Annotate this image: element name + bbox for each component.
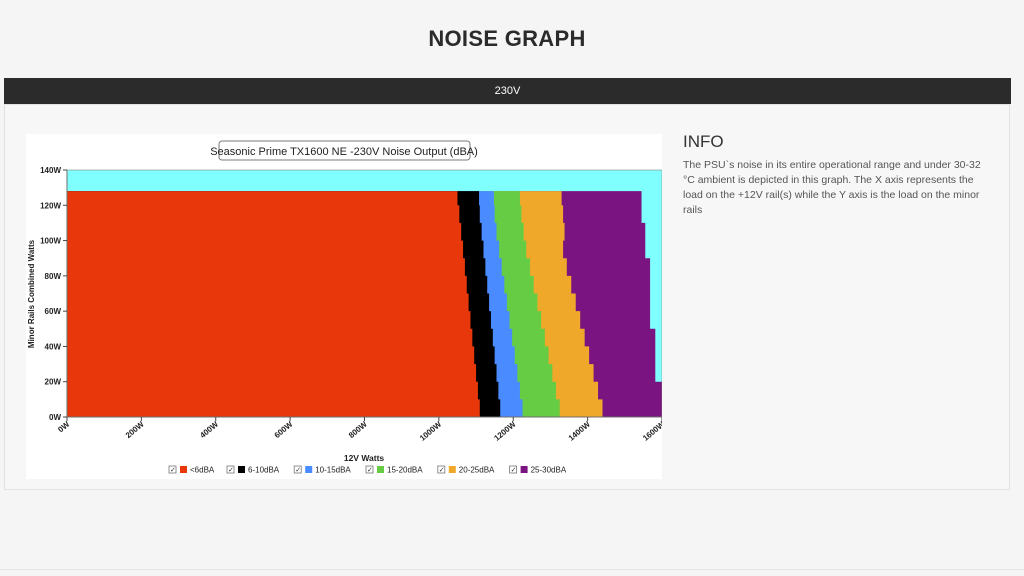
legend-item[interactable]: ✓ 15-20dBA (365, 466, 423, 475)
x-tick-label: 1600W (641, 419, 662, 442)
x-tick-label: 600W (273, 419, 295, 440)
check-icon: ✓ (170, 467, 176, 474)
x-axis-label: 12V Watts (344, 453, 385, 463)
legend-label: 20-25dBA (459, 466, 495, 475)
x-tick-label: 800W (347, 419, 369, 440)
y-tick-label: 40W (45, 342, 62, 351)
legend-item[interactable]: ✓ 10-15dBA (293, 466, 351, 475)
plot-area (67, 170, 662, 417)
y-tick-label: 60W (45, 307, 62, 316)
x-tick-label: 200W (124, 419, 146, 440)
legend-label: 10-15dBA (315, 466, 351, 475)
info-text: The PSU`s noise in its entire operationa… (683, 159, 981, 216)
check-icon: ✓ (511, 467, 517, 474)
y-tick-label: 80W (45, 272, 62, 281)
chart-title: Seasonic Prime TX1600 NE -230V Noise Out… (210, 146, 478, 158)
legend-label: 15-20dBA (387, 466, 423, 475)
y-tick-label: 0W (49, 413, 61, 422)
legend-item[interactable]: ✓ 20-25dBA (437, 466, 495, 475)
legend-swatch (520, 466, 528, 473)
check-icon: ✓ (367, 467, 373, 474)
y-tick-label: 100W (40, 237, 61, 246)
legend: ✓ <6dBA ✓ 6-10dBA ✓ 10-15dBA ✓ 15-20dBA ✓ 20-25dB… (168, 466, 567, 475)
footer-divider (0, 569, 1024, 570)
legend-label: 6-10dBA (248, 466, 280, 475)
legend-label: <6dBA (190, 466, 215, 475)
chart-svg: Seasonic Prime TX1600 NE -230V Noise Out… (27, 140, 667, 475)
page-title: NOISE GRAPH (428, 26, 586, 51)
check-icon: ✓ (228, 467, 234, 474)
noise-chart: Seasonic Prime TX1600 NE -230V Noise Out… (26, 134, 667, 479)
legend-item[interactable]: ✓ 6-10dBA (226, 466, 280, 475)
chart-title-box: Seasonic Prime TX1600 NE -230V Noise Out… (210, 140, 478, 161)
x-tick-label: 1400W (567, 419, 593, 442)
y-axis-label: Minor Rails Combined Watts (27, 239, 36, 348)
legend-swatch (238, 466, 245, 473)
legend-swatch (448, 466, 456, 473)
region--6dba (67, 191, 480, 417)
x-tick-label: 400W (198, 419, 220, 440)
check-icon: ✓ (295, 467, 301, 474)
y-tick-label: 20W (45, 378, 62, 387)
info-heading: INFO (683, 132, 724, 151)
x-tick-label: 1200W (492, 419, 518, 442)
legend-item[interactable]: ✓ 25-30dBA (509, 466, 567, 475)
y-tick-label: 120W (40, 201, 61, 210)
legend-swatch (180, 466, 187, 473)
tab-label: 230V (494, 85, 521, 97)
y-tick-label: 140W (40, 166, 61, 175)
legend-item[interactable]: ✓ <6dBA (168, 466, 215, 475)
check-icon: ✓ (439, 467, 445, 474)
legend-swatch (377, 466, 384, 473)
tab-230v[interactable]: 230V (4, 78, 1011, 104)
x-tick-label: 1000W (418, 419, 444, 442)
legend-swatch (305, 466, 313, 473)
legend-label: 25-30dBA (531, 466, 567, 475)
